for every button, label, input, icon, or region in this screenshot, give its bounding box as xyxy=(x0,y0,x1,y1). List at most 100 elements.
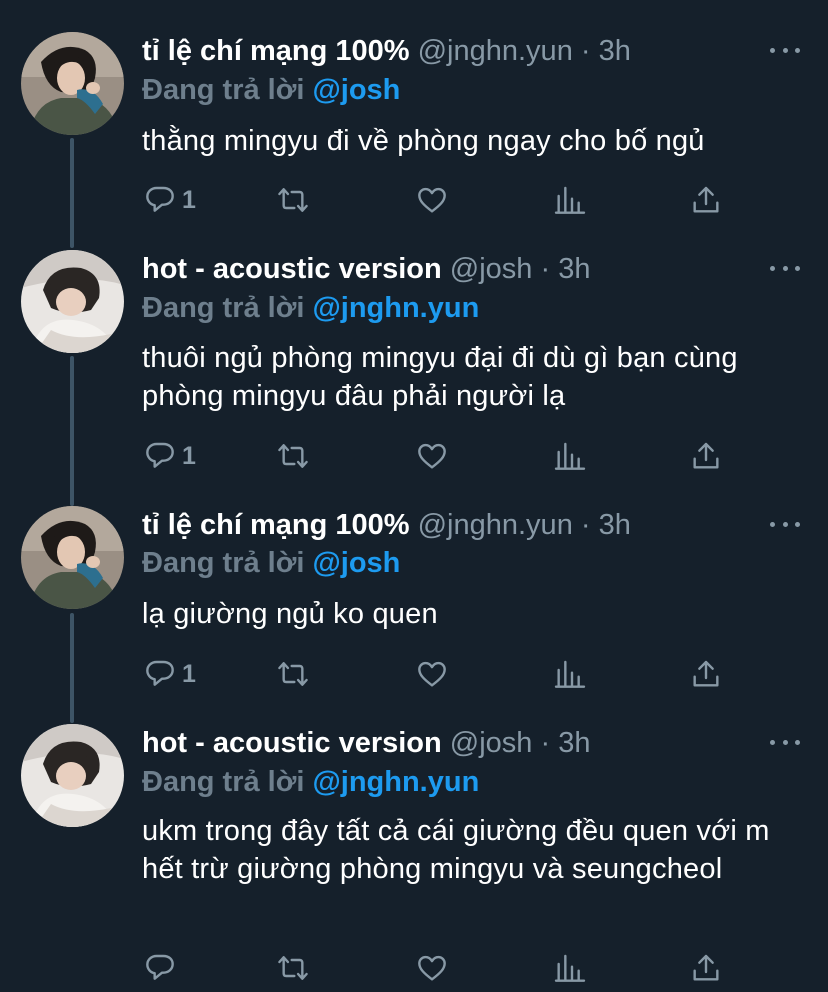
retweet-button[interactable] xyxy=(276,182,310,218)
replying-prefix: Đang trả lời xyxy=(142,547,305,579)
tweet[interactable]: hot - acoustic version @josh · 3h Đang t… xyxy=(0,240,828,500)
mention-link[interactable]: @jnghn.yun xyxy=(312,766,479,798)
avatar[interactable] xyxy=(21,250,124,353)
user-handle[interactable]: @josh xyxy=(450,727,533,759)
mention-link[interactable]: @josh xyxy=(312,547,400,579)
tweet-text: lạ giường ngủ ko quen xyxy=(142,598,438,630)
replying-prefix: Đang trả lời xyxy=(142,74,305,106)
user-handle[interactable]: @jnghn.yun xyxy=(418,509,573,541)
heart-icon xyxy=(418,443,446,469)
retweet-icon xyxy=(278,444,308,468)
heart-icon xyxy=(418,955,446,981)
reply-count: 1 xyxy=(182,441,196,470)
tweet[interactable]: hot - acoustic version @josh · 3h Đang t… xyxy=(0,720,828,992)
separator-dot: · xyxy=(580,509,591,541)
reply-count: 1 xyxy=(182,185,196,214)
reply-icon xyxy=(146,186,174,212)
display-name[interactable]: hot - acoustic version xyxy=(142,727,442,759)
mention-link[interactable]: @josh xyxy=(312,74,400,106)
reply-icon xyxy=(146,660,174,686)
replying-to: Đang trả lời @josh xyxy=(142,72,400,108)
tweet-actions: 1 xyxy=(142,656,742,692)
retweet-icon xyxy=(278,662,308,686)
replying-to: Đang trả lời @jnghn.yun xyxy=(142,290,479,326)
avatar-jnghn-yun-image xyxy=(21,32,124,135)
heart-icon xyxy=(418,661,446,687)
retweet-icon xyxy=(278,188,308,212)
analytics-icon xyxy=(554,660,586,688)
tweet-header: tỉ lệ chí mạng 100% @jnghn.yun · 3h xyxy=(142,33,768,69)
reply-button[interactable]: 1 xyxy=(144,656,196,692)
avatar-jnghn-yun-image xyxy=(21,506,124,609)
reply-icon xyxy=(146,442,174,468)
tweet-actions xyxy=(142,950,742,986)
display-name[interactable]: tỉ lệ chí mạng 100% xyxy=(142,509,410,541)
analytics-button[interactable] xyxy=(554,656,586,692)
share-icon xyxy=(693,186,719,213)
like-button[interactable] xyxy=(416,950,448,986)
replying-to: Đang trả lời @josh xyxy=(142,545,400,581)
retweet-button[interactable] xyxy=(276,438,310,474)
like-button[interactable] xyxy=(416,438,448,474)
heart-icon xyxy=(418,187,446,213)
more-options-icon[interactable] xyxy=(770,253,800,283)
retweet-button[interactable] xyxy=(276,950,310,986)
replying-prefix: Đang trả lời xyxy=(142,292,305,324)
retweet-button[interactable] xyxy=(276,656,310,692)
mention-link[interactable]: @jnghn.yun xyxy=(312,292,479,324)
tweet-thread: tỉ lệ chí mạng 100% @jnghn.yun · 3h Đang… xyxy=(0,0,828,992)
share-button[interactable] xyxy=(690,182,722,218)
avatar[interactable] xyxy=(21,506,124,609)
analytics-icon xyxy=(554,186,586,214)
share-icon xyxy=(693,442,719,469)
tweet-actions: 1 xyxy=(142,182,742,218)
reply-button[interactable]: 1 xyxy=(144,182,196,218)
analytics-button[interactable] xyxy=(554,438,586,474)
share-icon xyxy=(693,660,719,687)
more-options-icon[interactable] xyxy=(770,509,800,539)
tweet-header: hot - acoustic version @josh · 3h xyxy=(142,251,768,287)
reply-count: 1 xyxy=(182,659,196,688)
separator-dot: · xyxy=(540,253,551,285)
tweet-text: thằng mingyu đi về phòng ngay cho bố ngủ xyxy=(142,125,705,157)
separator-dot: · xyxy=(540,727,551,759)
timestamp[interactable]: 3h xyxy=(558,727,590,759)
share-icon xyxy=(693,954,719,981)
tweet-actions: 1 xyxy=(142,438,742,474)
share-button[interactable] xyxy=(690,950,722,986)
replying-to: Đang trả lời @jnghn.yun xyxy=(142,764,479,800)
replying-prefix: Đang trả lời xyxy=(142,766,305,798)
tweet[interactable]: tỉ lệ chí mạng 100% @jnghn.yun · 3h Đang… xyxy=(0,500,828,720)
more-options-icon[interactable] xyxy=(770,727,800,757)
share-button[interactable] xyxy=(690,438,722,474)
avatar-josh-image xyxy=(21,250,124,353)
timestamp[interactable]: 3h xyxy=(599,509,631,541)
separator-dot: · xyxy=(580,35,591,67)
like-button[interactable] xyxy=(416,182,448,218)
tweet-text: thuôi ngủ phòng mingyu đại đi dù gì bạn … xyxy=(142,342,738,412)
retweet-icon xyxy=(278,956,308,980)
reply-button[interactable] xyxy=(144,950,182,986)
tweet-header: hot - acoustic version @josh · 3h xyxy=(142,725,768,761)
tweet[interactable]: tỉ lệ chí mạng 100% @jnghn.yun · 3h Đang… xyxy=(0,0,828,240)
reply-button[interactable]: 1 xyxy=(144,438,196,474)
tweet-header: tỉ lệ chí mạng 100% @jnghn.yun · 3h xyxy=(142,507,768,543)
reply-icon xyxy=(146,954,174,980)
user-handle[interactable]: @josh xyxy=(450,253,533,285)
avatar[interactable] xyxy=(21,724,124,827)
avatar-josh-image xyxy=(21,724,124,827)
share-button[interactable] xyxy=(690,656,722,692)
display-name[interactable]: hot - acoustic version xyxy=(142,253,442,285)
timestamp[interactable]: 3h xyxy=(558,253,590,285)
avatar[interactable] xyxy=(21,32,124,135)
analytics-button[interactable] xyxy=(554,182,586,218)
analytics-icon xyxy=(554,442,586,470)
more-options-icon[interactable] xyxy=(770,35,800,65)
analytics-button[interactable] xyxy=(554,950,586,986)
analytics-icon xyxy=(554,954,586,982)
tweet-text: ukm trong đây tất cả cái giường đều quen… xyxy=(142,815,770,885)
user-handle[interactable]: @jnghn.yun xyxy=(418,35,573,67)
like-button[interactable] xyxy=(416,656,448,692)
timestamp[interactable]: 3h xyxy=(599,35,631,67)
display-name[interactable]: tỉ lệ chí mạng 100% xyxy=(142,35,410,67)
